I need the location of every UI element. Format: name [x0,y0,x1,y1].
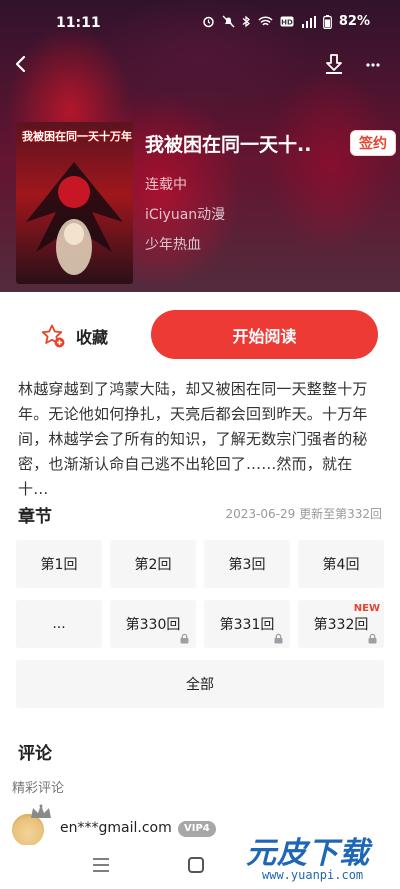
watermark-url: www.yuanpi.com [262,868,364,882]
vip-badge: VIP4 [178,821,216,837]
chapter-label: 第4回 [322,557,360,573]
chapter-item[interactable]: 第331回 [204,600,290,648]
book-description[interactable]: 林越穿越到了鸿蒙大陆，却又被困在同一天整整十万年。无论他如何挣扎，天亮后都会回到… [18,377,382,502]
chapter-label: 第332回 [313,617,369,633]
more-button[interactable] [360,50,388,78]
top-nav [0,46,400,86]
status-time: 11:11 [56,15,101,31]
collect-label: 收藏 [76,328,109,347]
lock-icon [368,633,377,644]
star-add-icon [41,324,65,348]
chapter-item[interactable]: 第3回 [204,540,290,588]
comment-username[interactable]: en***gmail.com [60,820,172,836]
chapter-label: 第1回 [40,557,78,573]
chapter-item[interactable]: 第2回 [110,540,196,588]
new-tag: NEW [353,603,380,614]
watermark-text: 元皮下载 [246,836,370,871]
watermark: 元皮下载 www.yuanpi.com [236,826,400,889]
lock-icon [180,633,189,644]
chevron-left-icon [15,55,26,73]
all-chapters-button[interactable]: 全部 [16,660,384,708]
chapter-item[interactable]: NEW 第332回 [298,600,384,648]
start-reading-button[interactable]: 开始阅读 [151,310,378,359]
hd-icon: HD [280,16,294,27]
book-info: 我被困在同一天十.. 连载中 iCiyuan动漫 少年热血 [145,130,325,253]
chapter-item[interactable]: 第1回 [16,540,102,588]
chapter-label: 第3回 [228,557,266,573]
collect-button[interactable]: 收藏 [40,316,108,356]
signed-badge: 签约 [350,130,396,156]
status-bar: 11:11 HD 82% [0,0,400,44]
book-title: 我被困在同一天十.. [145,134,312,156]
wifi-icon [258,15,273,26]
comments-title: 评论 [18,744,52,764]
chapter-item[interactable]: 第330回 [110,600,196,648]
chapters-header: 章节 2023-06-29 更新至第332回 [18,502,382,527]
download-icon [326,54,342,74]
action-bar: 收藏 开始阅读 [0,310,400,360]
chapter-item[interactable]: ... [16,600,102,648]
chapters-update-info[interactable]: 2023-06-29 更新至第332回 [226,505,382,522]
battery-percent: 82% [338,14,370,29]
svg-text:HD: HD [281,19,293,27]
more-dots-icon [366,63,380,67]
comments-header: 评论 [18,739,382,764]
home-icon[interactable] [188,857,204,873]
chapter-label: 第330回 [125,617,181,633]
book-publisher: iCiyuan动漫 [145,207,226,223]
status-icons: HD 82% [202,14,370,29]
chapter-label: 第2回 [134,557,172,573]
chapter-label: ... [52,616,66,632]
bluetooth-icon [242,15,250,28]
lock-icon [274,633,283,644]
back-button[interactable] [8,50,36,78]
cover-art [26,162,123,275]
comic-detail-page: 11:11 HD 82% 我被困在同一天十万年 我被困在同一天十.. 连载中 i… [0,0,400,889]
crown-icon [31,804,51,818]
menu-icon[interactable] [92,857,110,873]
book-status: 连载中 [145,177,187,193]
chapters-title: 章节 [18,507,52,527]
cover-image[interactable]: 我被困在同一天十万年 [16,122,133,284]
chapter-item[interactable]: 第4回 [298,540,384,588]
battery-icon [322,14,332,29]
download-button[interactable] [320,50,348,78]
mute-icon [222,15,235,28]
book-genre: 少年热血 [145,237,201,253]
alarm-icon [203,16,214,28]
signal-icon [301,15,316,28]
featured-comments-label: 精彩评论 [12,781,65,796]
chapter-label: 第331回 [219,617,275,633]
